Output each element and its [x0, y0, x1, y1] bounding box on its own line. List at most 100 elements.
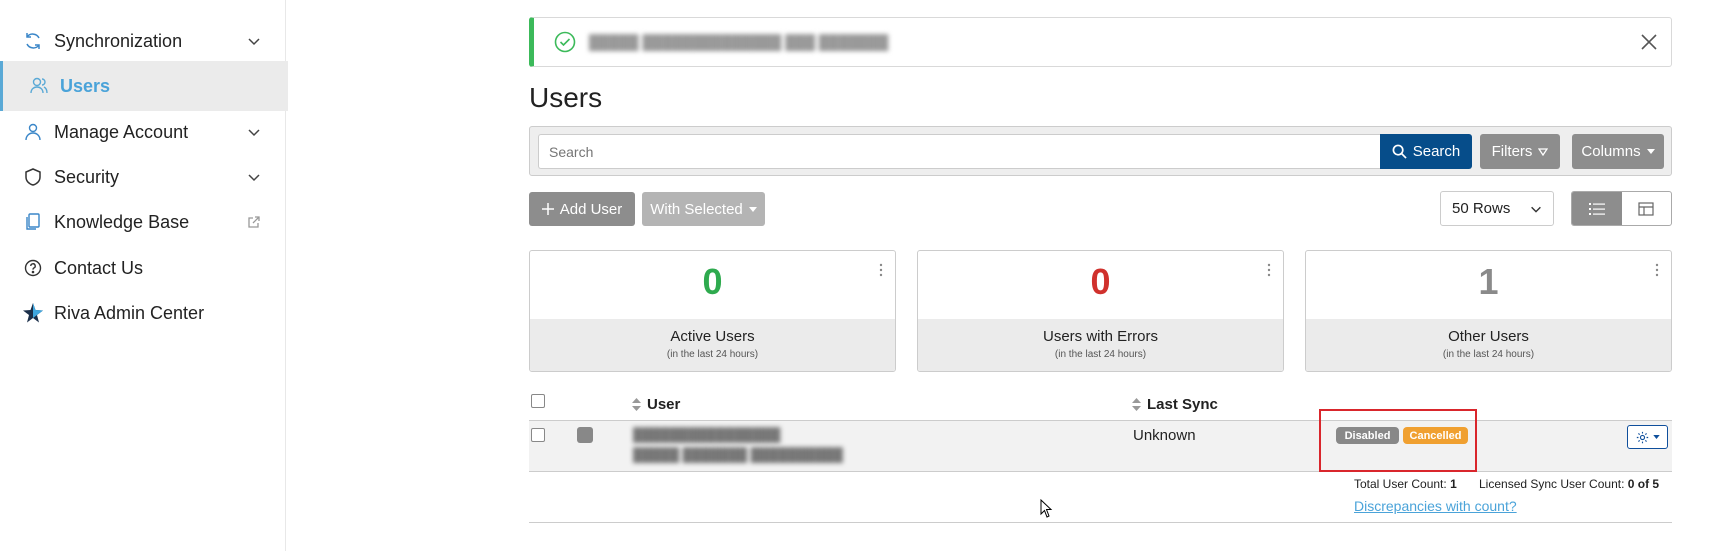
- users-icon: [28, 75, 50, 97]
- divider: [529, 522, 1672, 523]
- rows-per-page-value: 50 Rows: [1452, 200, 1511, 217]
- search-button-label: Search: [1412, 143, 1461, 160]
- card-label: Active Users: [670, 328, 755, 345]
- table-header: User Last Sync: [529, 390, 1672, 421]
- page-title: Users: [529, 82, 603, 113]
- sidebar-item-synchronization[interactable]: Synchronization: [0, 16, 285, 66]
- with-selected-label: With Selected: [650, 200, 743, 218]
- user-name: █████ ███████ ██████████: [633, 447, 843, 462]
- sidebar-item-label: Synchronization: [54, 30, 183, 51]
- shield-icon: [22, 166, 44, 188]
- card-value: 0: [702, 261, 723, 302]
- kebab-menu-icon[interactable]: [1267, 263, 1271, 277]
- card-value: 0: [1090, 261, 1111, 302]
- mouse-cursor-icon: [1040, 499, 1053, 518]
- sidebar-item-users[interactable]: Users: [0, 61, 288, 111]
- sidebar-item-label: Manage Account: [54, 121, 189, 142]
- user-email: ████████████████: [633, 427, 781, 442]
- search-button[interactable]: Search: [1380, 134, 1472, 169]
- sidebar-item-contact-us[interactable]: Contact Us: [0, 243, 285, 293]
- card-sublabel: (in the last 24 hours): [666, 349, 759, 360]
- caret-down-icon: [1646, 149, 1655, 154]
- rows-per-page-select[interactable]: 50 Rows: [1440, 191, 1554, 226]
- chevron-down-icon: [1531, 206, 1541, 213]
- chevron-down-icon: [248, 38, 260, 46]
- gear-icon: [1636, 431, 1648, 443]
- card-value: 1: [1478, 261, 1499, 302]
- table-row[interactable]: ████████████████ █████ ███████ █████████…: [529, 421, 1672, 472]
- total-count-value: 1: [1450, 477, 1457, 491]
- columns-button-label: Columns: [1581, 143, 1641, 160]
- row-actions-button[interactable]: [1627, 425, 1668, 449]
- last-sync-value: Unknown: [1133, 427, 1196, 444]
- sidebar-item-label: Contact Us: [54, 257, 144, 278]
- list-view-button[interactable]: [1572, 192, 1622, 225]
- with-selected-button[interactable]: With Selected: [642, 192, 765, 226]
- sidebar-item-manage-account[interactable]: Manage Account: [0, 107, 285, 157]
- sidebar-item-label: Users: [60, 75, 111, 96]
- status-indicator: [577, 427, 593, 443]
- star-icon: [22, 302, 44, 324]
- search-icon: [1392, 144, 1407, 159]
- search-bar: Search Filters Columns: [529, 126, 1672, 176]
- add-user-button[interactable]: Add User: [529, 192, 635, 226]
- success-banner: █████ ██████████████ ███ ███████: [529, 17, 1672, 67]
- last-sync-column-label: Last Sync: [1147, 396, 1218, 413]
- check-circle-icon: [554, 31, 576, 58]
- row-checkbox[interactable]: [531, 428, 545, 442]
- users-with-errors-card: 0 Users with Errors (in the last 24 hour…: [917, 250, 1284, 372]
- sidebar-item-security[interactable]: Security: [0, 152, 285, 202]
- user-column-header[interactable]: User: [632, 396, 680, 413]
- documents-icon: [22, 211, 44, 233]
- active-users-card: 0 Active Users (in the last 24 hours): [529, 250, 896, 372]
- chevron-down-icon: [248, 129, 260, 137]
- banner-message: █████ ██████████████ ███ ███████: [589, 34, 889, 50]
- card-sublabel: (in the last 24 hours): [1442, 349, 1535, 360]
- table-view-button[interactable]: [1622, 192, 1672, 225]
- licensed-count-label: Licensed Sync User Count:: [1479, 477, 1625, 491]
- sidebar: Synchronization Users Manage Account Sec…: [0, 0, 288, 551]
- columns-button[interactable]: Columns: [1572, 134, 1664, 169]
- licensed-count-value: 0 of 5: [1627, 477, 1660, 491]
- sidebar-item-label: Security: [54, 166, 120, 187]
- total-count-label: Total User Count:: [1354, 477, 1447, 491]
- caret-down-icon: [748, 206, 757, 212]
- view-toggle: [1571, 191, 1672, 226]
- sidebar-item-label: Riva Admin Center: [54, 302, 205, 323]
- kebab-menu-icon[interactable]: [1655, 263, 1659, 277]
- sort-icon: [1132, 398, 1141, 411]
- search-input[interactable]: [538, 134, 1380, 169]
- person-icon: [22, 121, 44, 143]
- external-link-icon: [248, 216, 260, 228]
- caret-down-icon: [1652, 435, 1660, 439]
- list-icon: [1588, 202, 1605, 215]
- add-user-label: Add User: [559, 200, 623, 218]
- card-label: Users with Errors: [1042, 328, 1158, 345]
- sidebar-item-knowledge-base[interactable]: Knowledge Base: [0, 197, 285, 247]
- user-column-label: User: [647, 396, 681, 413]
- table-icon: [1638, 201, 1654, 216]
- total-user-count: Total User Count: 1: [1354, 477, 1457, 491]
- filters-button[interactable]: Filters: [1480, 134, 1560, 169]
- chevron-down-icon: [248, 174, 260, 182]
- filters-button-label: Filters: [1491, 143, 1533, 160]
- sidebar-item-label: Knowledge Base: [54, 211, 190, 232]
- card-label: Other Users: [1448, 328, 1529, 345]
- select-all-checkbox[interactable]: [531, 394, 545, 408]
- plus-icon: [541, 203, 554, 215]
- card-footer: Active Users (in the last 24 hours): [530, 319, 895, 371]
- discrepancies-link[interactable]: Discrepancies with count?: [1354, 498, 1517, 514]
- filter-caret-icon: [1538, 147, 1549, 156]
- sidebar-item-riva-admin-center[interactable]: Riva Admin Center: [0, 288, 285, 338]
- annotation-highlight-box: [1319, 409, 1477, 472]
- question-circle-icon: [22, 257, 44, 279]
- card-sublabel: (in the last 24 hours): [1054, 349, 1147, 360]
- card-footer: Users with Errors (in the last 24 hours): [918, 319, 1283, 371]
- close-icon[interactable]: [1639, 32, 1659, 52]
- sort-icon: [632, 398, 641, 411]
- card-footer: Other Users (in the last 24 hours): [1306, 319, 1671, 371]
- other-users-card: 1 Other Users (in the last 24 hours): [1305, 250, 1672, 372]
- sync-icon: [22, 30, 44, 52]
- kebab-menu-icon[interactable]: [879, 263, 883, 277]
- last-sync-column-header[interactable]: Last Sync: [1132, 396, 1218, 413]
